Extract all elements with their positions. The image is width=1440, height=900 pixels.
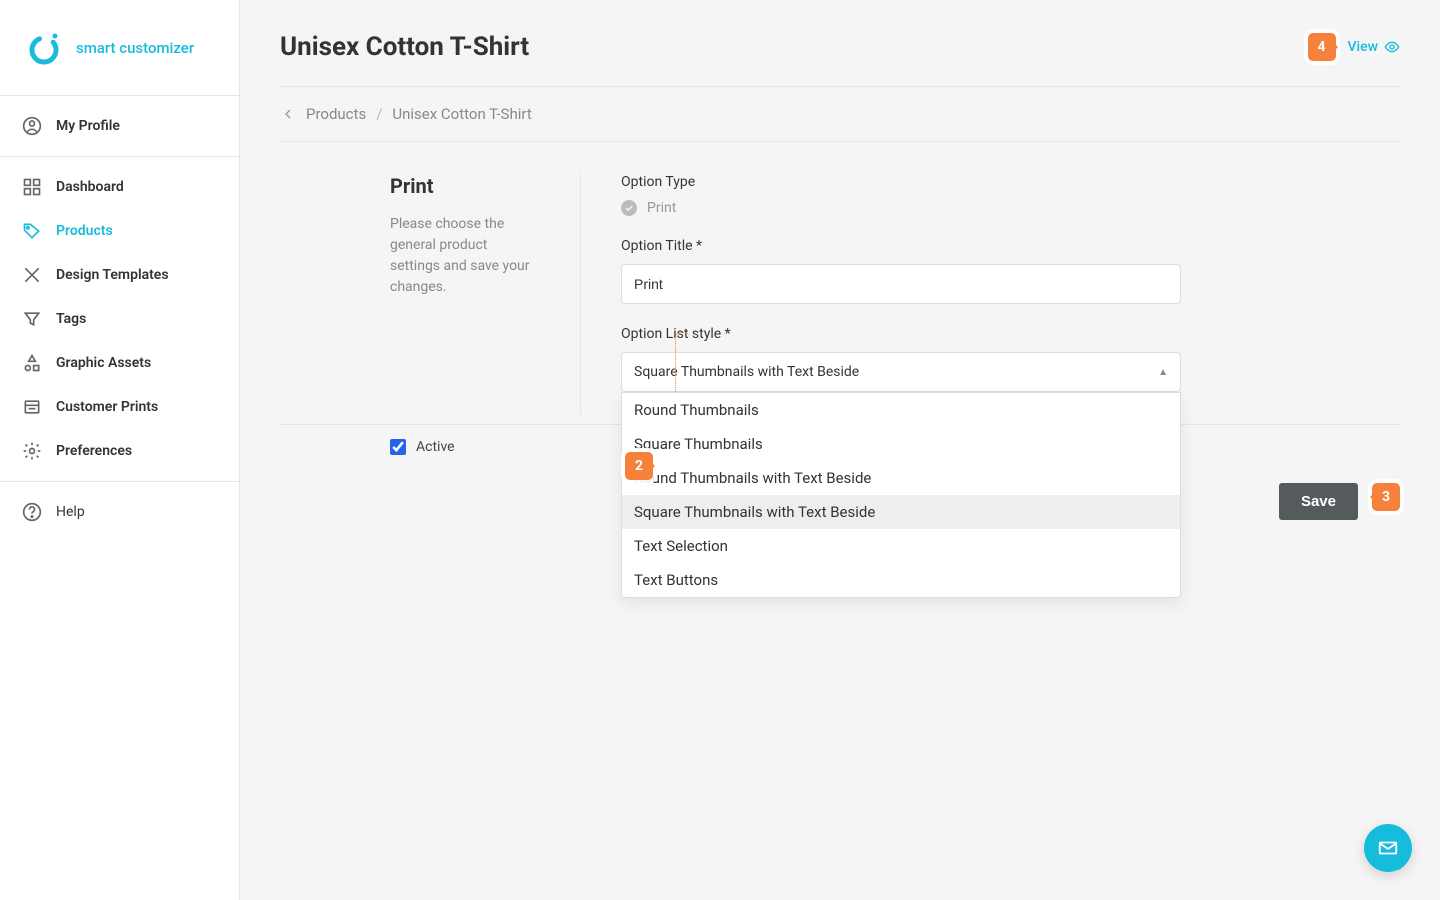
page-title: Unisex Cotton T-Shirt bbox=[280, 32, 529, 62]
save-button[interactable]: Save bbox=[1279, 483, 1358, 520]
annotation-marker-2: 2 bbox=[625, 452, 653, 480]
nav-label: Products bbox=[56, 223, 113, 239]
panel-text: Please choose the general product settin… bbox=[390, 214, 540, 298]
nav-label: Help bbox=[56, 504, 85, 520]
sidebar: smart customizer My Profile Dashboard bbox=[0, 0, 240, 900]
view-link-label: View bbox=[1348, 39, 1379, 55]
list-style-label: Option List style * bbox=[621, 326, 1181, 342]
prints-icon bbox=[22, 397, 42, 417]
form-panel: Option Type Print Option Title * Option … bbox=[621, 174, 1181, 414]
option-title-label: Option Title * bbox=[621, 238, 1181, 254]
help-icon bbox=[22, 502, 42, 522]
gear-icon bbox=[22, 441, 42, 461]
dashboard-icon bbox=[22, 177, 42, 197]
nav-item-products[interactable]: Products bbox=[0, 209, 239, 253]
nav-label: Preferences bbox=[56, 443, 132, 459]
dropdown-option[interactable]: Text Buttons bbox=[622, 563, 1180, 597]
header-right: 4 View bbox=[1308, 33, 1401, 61]
nav-label: Design Templates bbox=[56, 267, 169, 283]
nav-section-help: Help bbox=[0, 481, 239, 542]
nav-item-design-templates[interactable]: Design Templates bbox=[0, 253, 239, 297]
list-style-dropdown: Round Thumbnails Square Thumbnails Round… bbox=[621, 392, 1181, 598]
field-option-title: Option Title * bbox=[621, 238, 1181, 304]
active-checkbox[interactable] bbox=[390, 439, 406, 455]
page-header: Unisex Cotton T-Shirt 4 View bbox=[280, 32, 1400, 87]
divider bbox=[580, 174, 581, 414]
nav-section-main: Dashboard Products Design Templates Tags bbox=[0, 156, 239, 481]
brand-name: smart customizer bbox=[76, 39, 194, 57]
annotation-marker-3: 3 bbox=[1372, 483, 1400, 511]
tag-icon bbox=[22, 221, 42, 241]
shapes-icon bbox=[22, 353, 42, 373]
option-type-label: Option Type bbox=[621, 174, 1181, 190]
nav-label: Dashboard bbox=[56, 179, 124, 195]
breadcrumb-root[interactable]: Products bbox=[306, 105, 366, 123]
breadcrumb-current: Unisex Cotton T-Shirt bbox=[392, 105, 531, 123]
brand-logo-icon bbox=[24, 28, 64, 68]
brand: smart customizer bbox=[0, 0, 239, 96]
back-icon[interactable] bbox=[280, 106, 296, 122]
dropdown-option[interactable]: Square Thumbnails bbox=[622, 427, 1180, 461]
dropdown-option[interactable]: Round Thumbnails with Text Beside bbox=[622, 461, 1180, 495]
nav-label: My Profile bbox=[56, 118, 120, 134]
nav-item-dashboard[interactable]: Dashboard bbox=[0, 165, 239, 209]
nav-label: Graphic Assets bbox=[56, 355, 151, 371]
nav-item-my-profile[interactable]: My Profile bbox=[0, 104, 239, 148]
caret-up-icon: ▲ bbox=[1158, 367, 1168, 378]
option-title-input[interactable] bbox=[621, 264, 1181, 304]
chat-fab[interactable] bbox=[1364, 824, 1412, 872]
breadcrumb: Products / Unisex Cotton T-Shirt bbox=[280, 87, 1400, 142]
nav-label: Customer Prints bbox=[56, 399, 158, 415]
filter-icon bbox=[22, 309, 42, 329]
annotation-marker-4: 4 bbox=[1308, 33, 1336, 61]
active-label: Active bbox=[416, 439, 455, 455]
nav-item-customer-prints[interactable]: Customer Prints bbox=[0, 385, 239, 429]
option-type-value: Print bbox=[647, 200, 676, 216]
nav-item-help[interactable]: Help bbox=[0, 490, 239, 534]
design-icon bbox=[22, 265, 42, 285]
panel-heading: Print bbox=[390, 174, 540, 198]
field-option-type: Option Type Print bbox=[621, 174, 1181, 216]
dropdown-option[interactable]: Text Selection bbox=[622, 529, 1180, 563]
check-icon bbox=[621, 200, 637, 216]
content-row: Print Please choose the general product … bbox=[280, 142, 1400, 414]
nav-item-tags[interactable]: Tags bbox=[0, 297, 239, 341]
panel-description: Print Please choose the general product … bbox=[280, 174, 540, 414]
form-area: Print Please choose the general product … bbox=[280, 142, 1400, 520]
field-list-style: Option List style * Square Thumbnails wi… bbox=[621, 326, 1181, 392]
breadcrumb-sep: / bbox=[376, 105, 382, 123]
nav-item-preferences[interactable]: Preferences bbox=[0, 429, 239, 473]
main-content: Unisex Cotton T-Shirt 4 View Products / … bbox=[240, 0, 1440, 900]
option-type-value-row: Print bbox=[621, 200, 1181, 216]
profile-icon bbox=[22, 116, 42, 136]
list-style-value: Square Thumbnails with Text Beside bbox=[634, 364, 859, 380]
eye-icon bbox=[1384, 39, 1400, 55]
list-style-select[interactable]: Square Thumbnails with Text Beside ▲ bbox=[621, 352, 1181, 392]
nav-item-graphic-assets[interactable]: Graphic Assets bbox=[0, 341, 239, 385]
nav-section-profile: My Profile bbox=[0, 96, 239, 156]
mail-icon bbox=[1377, 837, 1399, 859]
dropdown-option[interactable]: Round Thumbnails bbox=[622, 393, 1180, 427]
dropdown-option[interactable]: Square Thumbnails with Text Beside bbox=[622, 495, 1180, 529]
nav-label: Tags bbox=[56, 311, 86, 327]
view-link[interactable]: View bbox=[1348, 39, 1401, 55]
